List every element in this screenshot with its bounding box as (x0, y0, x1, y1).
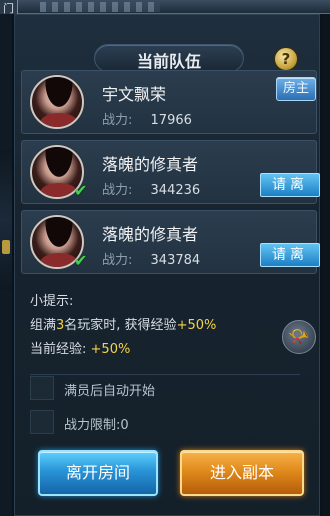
corner-tab: 门 (0, 0, 18, 15)
kick-member-button[interactable]: 请离 (260, 243, 320, 267)
tips-text-middle: 名玩家时, 获得经验 (64, 318, 177, 333)
leave-room-button[interactable]: 离开房间 (38, 450, 158, 496)
left-side-decoration (0, 150, 12, 290)
power-limit-value: 0 (120, 418, 129, 433)
member-name: 宇文飘荣 (102, 85, 167, 104)
horn-icon[interactable]: 📯 (282, 320, 316, 354)
ready-check-icon: ✔ (74, 181, 88, 200)
page-title: 当前队伍 (136, 52, 201, 71)
member-card-leader: 宇文飘荣 战力: 17966 房主 (21, 70, 317, 134)
avatar-robe (40, 113, 78, 127)
help-button[interactable]: ? (274, 47, 298, 71)
current-exp: 当前经验: +50% (30, 338, 130, 357)
power-label: 战力: (102, 253, 133, 268)
power-limit-checkbox[interactable] (30, 410, 54, 434)
power-label: 战力: (102, 183, 133, 198)
power-value: 343784 (150, 253, 201, 268)
member-name: 落魄的修真者 (102, 155, 199, 174)
exp-value: +50% (90, 342, 131, 357)
auto-start-option[interactable]: 满员后自动开始 (30, 376, 270, 400)
tips-section: 小提示: 组满3名玩家时, 获得经验+50% 当前经验: +50% (30, 290, 320, 357)
power-value: 17966 (150, 113, 192, 128)
right-edge (322, 14, 330, 516)
side-gem-ornament (2, 240, 10, 254)
power-row: 战力: 17966 (102, 109, 192, 128)
power-row: 战力: 344236 (102, 179, 200, 198)
auto-start-label: 满员后自动开始 (64, 384, 156, 399)
member-card: ✔ 落魄的修真者 战力: 344236 请离 (21, 140, 320, 204)
tips-text-prefix: 组满 (30, 318, 57, 333)
power-row: 战力: 343784 (102, 249, 200, 268)
member-card: ✔ 落魄的修真者 战力: 343784 请离 (21, 210, 320, 274)
avatar-robe (40, 183, 78, 197)
divider (30, 374, 300, 375)
top-strip: 门 (0, 0, 330, 15)
exp-label: 当前经验: (30, 342, 87, 357)
top-ornament (40, 2, 160, 12)
power-limit-option[interactable]: 战力限制:0 (30, 410, 270, 434)
avatar-robe (40, 253, 78, 267)
power-limit-label: 战力限制:0 (64, 414, 129, 433)
member-name: 落魄的修真者 (102, 225, 199, 244)
tips-title: 小提示: (30, 294, 74, 309)
power-limit-text: 战力限制: (64, 418, 121, 433)
tips-text: 组满3名玩家时, 获得经验+50% (30, 314, 216, 333)
team-panel: 当前队伍 ? 宇文飘荣 战力: 17966 房主 ✔ 落魄的修真者 战力: 34… (12, 14, 322, 516)
kick-member-button[interactable]: 请离 (260, 173, 320, 197)
room-owner-badge: 房主 (276, 77, 316, 101)
avatar[interactable] (30, 75, 84, 129)
ready-check-icon: ✔ (74, 251, 88, 270)
power-value: 344236 (150, 183, 201, 198)
tips-bonus: +50% (176, 318, 217, 333)
auto-start-checkbox[interactable] (30, 376, 54, 400)
power-label: 战力: (102, 113, 133, 128)
enter-dungeon-button[interactable]: 进入副本 (180, 450, 304, 496)
